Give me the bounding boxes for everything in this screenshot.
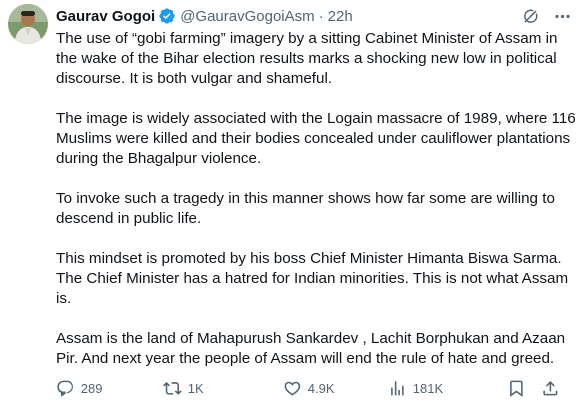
tweet-text: The use of “gobi farming” imagery by a s… xyxy=(56,29,576,389)
more-icon[interactable] xyxy=(552,6,572,26)
tweet-paragraph: To invoke such a tragedy in this manner … xyxy=(56,190,555,227)
views-button[interactable]: 181K xyxy=(388,379,503,398)
tweet-header: Gaurav Gogoi @GauravGogoiAsm · 22h xyxy=(56,5,572,27)
avatar[interactable] xyxy=(8,4,48,44)
action-bar: 289 1K 4.9K 181K xyxy=(56,376,560,400)
grok-icon[interactable] xyxy=(520,6,540,26)
reply-count: 289 xyxy=(80,380,103,396)
share-icon xyxy=(543,380,558,396)
timestamp[interactable]: 22h xyxy=(328,8,353,25)
like-icon xyxy=(284,381,301,396)
like-button[interactable]: 4.9K xyxy=(283,379,388,398)
tweet: Gaurav Gogoi @GauravGogoiAsm · 22h The u… xyxy=(0,0,580,407)
bookmark-button[interactable] xyxy=(507,379,526,398)
repost-icon xyxy=(163,381,182,395)
reply-icon xyxy=(57,380,73,397)
tweet-paragraph: The use of “gobi farming” imagery by a s… xyxy=(56,30,558,87)
views-count: 181K xyxy=(412,380,444,396)
verified-badge-icon xyxy=(158,7,176,25)
separator-dot: · xyxy=(318,7,324,25)
repost-count: 1K xyxy=(187,380,204,396)
repost-button[interactable]: 1K xyxy=(163,379,283,398)
author-name[interactable]: Gaurav Gogoi xyxy=(56,8,155,25)
like-count: 4.9K xyxy=(307,380,335,396)
author-handle[interactable]: @GauravGogoiAsm xyxy=(180,8,314,25)
views-icon xyxy=(391,380,404,396)
tweet-paragraph: The image is widely associated with the … xyxy=(56,110,576,167)
share-button[interactable] xyxy=(541,379,560,398)
tweet-paragraph: Assam is the land of Mahapurush Sankarde… xyxy=(56,330,566,367)
tweet-paragraph: This mindset is promoted by his boss Chi… xyxy=(56,250,569,307)
bookmark-icon xyxy=(509,380,523,397)
reply-button[interactable]: 289 xyxy=(56,379,163,398)
